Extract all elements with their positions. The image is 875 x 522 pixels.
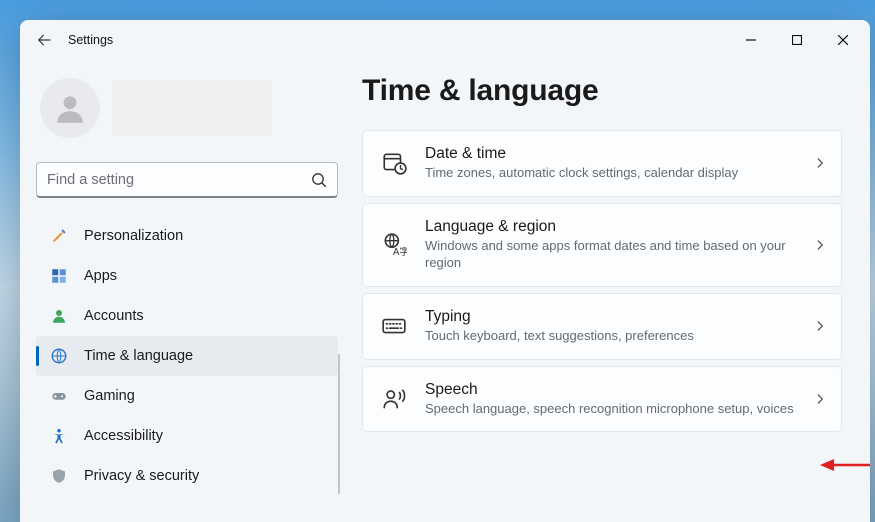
card-language-region[interactable]: A字 Language & region Windows and some ap… [362,203,842,287]
main-content: Time & language Date & time Time zones, … [352,60,870,522]
annotation-arrow [820,458,870,472]
titlebar: Settings [20,20,870,60]
paintbrush-icon [50,227,68,245]
card-title: Speech [425,381,795,399]
minimize-icon [746,35,756,45]
sidebar-item-label: Privacy & security [84,468,199,484]
chevron-right-icon [813,156,827,170]
maximize-button[interactable] [774,25,820,55]
sidebar: Personalization Apps Accounts [20,60,352,522]
svg-text:A字: A字 [393,245,407,258]
maximize-icon [792,35,802,45]
keyboard-icon [381,313,407,339]
gaming-icon [50,387,68,405]
back-arrow-icon [36,32,52,48]
avatar [40,78,100,138]
sidebar-item-gaming[interactable]: Gaming [36,376,338,416]
chevron-right-icon [813,238,827,252]
page-title: Time & language [362,74,842,108]
card-typing[interactable]: Typing Touch keyboard, text suggestions,… [362,293,842,360]
card-title: Date & time [425,145,795,163]
sidebar-item-label: Accessibility [84,428,163,444]
sidebar-item-label: Personalization [84,228,183,244]
card-desc: Touch keyboard, text suggestions, prefer… [425,328,795,345]
card-desc: Time zones, automatic clock settings, ca… [425,165,795,182]
shield-icon [50,467,68,485]
card-desc: Speech language, speech recognition micr… [425,401,795,418]
sidebar-item-label: Accounts [84,308,144,324]
sidebar-item-time-language[interactable]: Time & language [36,336,338,376]
card-desc: Windows and some apps format dates and t… [425,238,795,272]
search-box[interactable] [36,162,338,198]
settings-window: Settings [20,20,870,522]
close-button[interactable] [820,25,866,55]
card-speech[interactable]: Speech Speech language, speech recogniti… [362,366,842,433]
speech-icon [381,386,407,412]
search-input[interactable] [47,172,311,188]
chevron-right-icon [813,319,827,333]
search-icon [311,172,327,188]
window-title: Settings [68,33,113,47]
account-block[interactable] [36,78,338,138]
back-button[interactable] [24,20,64,60]
sidebar-item-label: Apps [84,268,117,284]
chevron-right-icon [813,392,827,406]
accounts-icon [50,307,68,325]
account-name-redacted [112,80,272,136]
sidebar-item-label: Time & language [84,348,193,364]
apps-icon [50,267,68,285]
sidebar-item-accounts[interactable]: Accounts [36,296,338,336]
time-language-icon [50,347,68,365]
globe-language-icon: A字 [381,232,407,258]
accessibility-icon [50,427,68,445]
minimize-button[interactable] [728,25,774,55]
sidebar-scrollbar[interactable] [338,354,340,494]
nav-list: Personalization Apps Accounts [36,216,338,496]
calendar-clock-icon [381,150,407,176]
sidebar-item-label: Gaming [84,388,135,404]
sidebar-item-privacy[interactable]: Privacy & security [36,456,338,496]
card-title: Language & region [425,218,795,236]
sidebar-item-accessibility[interactable]: Accessibility [36,416,338,456]
close-icon [838,35,848,45]
settings-cards: Date & time Time zones, automatic clock … [362,130,842,432]
sidebar-item-apps[interactable]: Apps [36,256,338,296]
person-icon [53,91,87,125]
card-title: Typing [425,308,795,326]
card-date-time[interactable]: Date & time Time zones, automatic clock … [362,130,842,197]
sidebar-item-personalization[interactable]: Personalization [36,216,338,256]
